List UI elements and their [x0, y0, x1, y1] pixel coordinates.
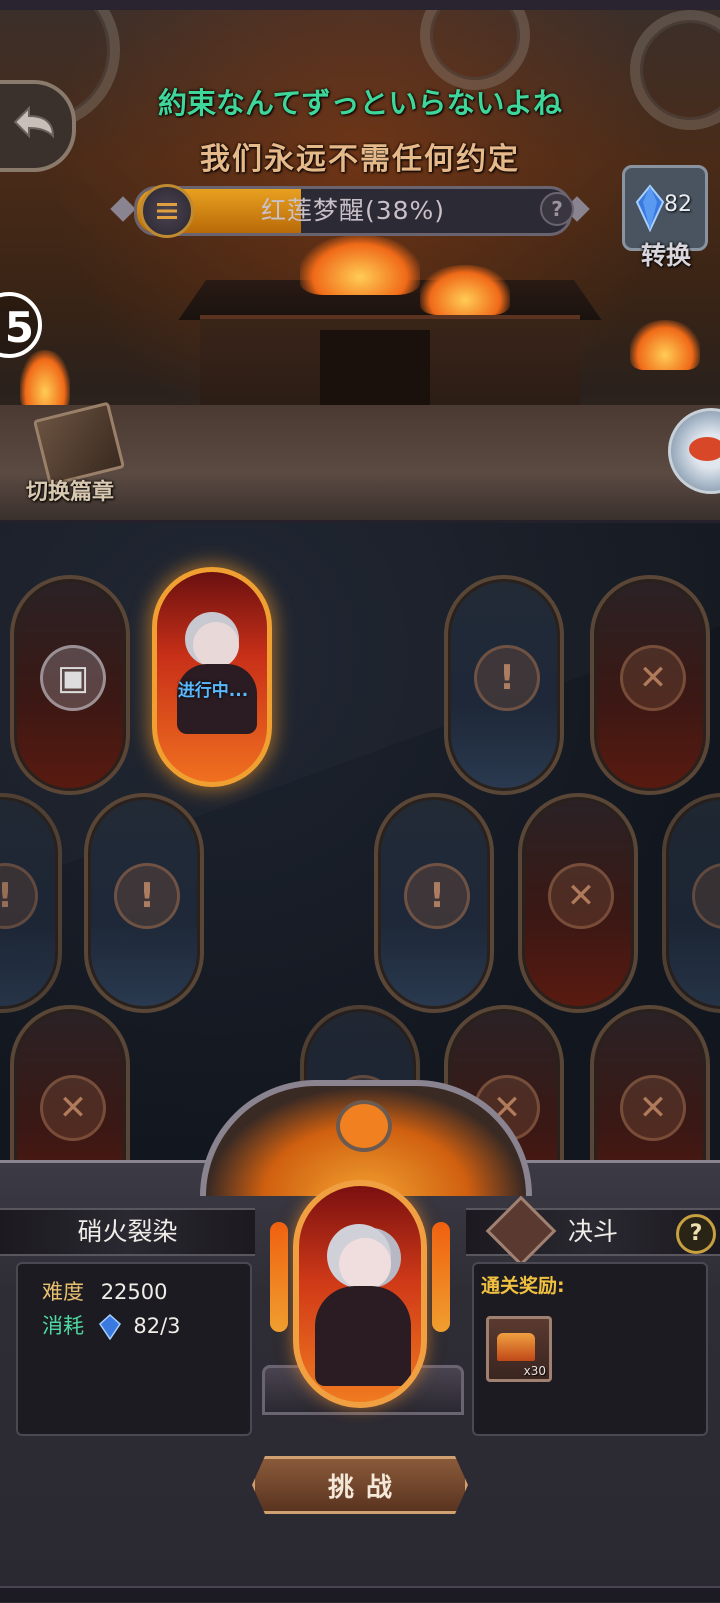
flame-pillar: [432, 1222, 450, 1332]
stage-card-event[interactable]: !: [662, 793, 720, 1013]
reward-title: 通关奖励:: [481, 1275, 565, 1297]
cost-value: 82/3: [133, 1314, 181, 1338]
stage-card-event[interactable]: !: [444, 575, 564, 795]
challenge-button[interactable]: 挑战: [252, 1456, 468, 1514]
chapter-progress: 红莲梦醒(38%) ?: [110, 180, 590, 238]
stage-card-event[interactable]: !: [374, 793, 494, 1013]
stage-info-box: 难度 22500 消耗 82/3: [16, 1262, 252, 1436]
boss-portrait: [293, 1180, 427, 1408]
diamond-ornament: [110, 196, 136, 222]
cost-label: 消耗: [42, 1314, 84, 1338]
stage-card-event[interactable]: !: [0, 793, 62, 1013]
flame-pillar: [270, 1222, 288, 1332]
stage-card-duel[interactable]: ✕: [518, 793, 638, 1013]
back-arrow-icon: [13, 106, 55, 139]
difficulty-row: 难度 22500: [42, 1276, 168, 1306]
cost-row: 消耗 82/3: [42, 1310, 181, 1340]
fire-effect: [420, 265, 510, 315]
list-menu-icon: [157, 203, 177, 219]
scroll-event-icon: !: [474, 645, 540, 711]
character-portrait: [193, 622, 239, 668]
scroll-event-icon: !: [692, 863, 720, 929]
stage-name-bar: 硝火裂染: [0, 1208, 255, 1256]
blue-crystal-icon: [98, 1314, 121, 1340]
crossed-swords-icon: ✕: [620, 645, 686, 711]
duel-icon: ✕: [548, 863, 614, 929]
boss-head: [339, 1238, 391, 1290]
fire-effect: [300, 235, 420, 295]
difficulty-label: 难度: [42, 1280, 84, 1304]
scroll-event-icon: !: [0, 863, 38, 929]
stage-board: ▣ 进行中... ! ✕ ! ! ! ✕ ! ✕ ! ✕ ✕: [0, 523, 720, 1173]
lyric-chinese: 我们永远不需任何约定: [200, 142, 520, 177]
boss-body: [315, 1286, 411, 1386]
lyric-japanese: 約束なんてずっといらないよね: [158, 86, 562, 120]
stage-card-current[interactable]: 进行中...: [152, 567, 272, 787]
fire-effect: [630, 320, 700, 370]
crossed-swords-icon: ✕: [620, 1075, 686, 1141]
stage-card-battle[interactable]: ✕: [590, 575, 710, 795]
clock-gear-decoration: [420, 10, 530, 90]
blue-crystal-icon: [635, 184, 665, 232]
treasure-chest-icon: ▣: [40, 645, 106, 711]
progress-help-button[interactable]: ?: [540, 192, 574, 226]
scroll-event-icon: !: [404, 863, 470, 929]
reward-quantity: x30: [523, 1364, 546, 1378]
stage-card-chest[interactable]: ▣: [10, 575, 130, 795]
fire-effect: [20, 350, 70, 410]
progress-bar: 红莲梦醒(38%): [134, 186, 572, 236]
stage-card-event[interactable]: !: [84, 793, 204, 1013]
reward-item[interactable]: x30: [486, 1316, 552, 1382]
convert-label[interactable]: 转换: [626, 236, 706, 272]
switch-chapter-label[interactable]: 切换篇章: [10, 474, 130, 506]
in-progress-label: 进行中...: [177, 681, 249, 701]
crossed-swords-icon: ✕: [40, 1075, 106, 1141]
menu-button[interactable]: [140, 184, 194, 238]
progress-label: 红莲梦醒(38%): [260, 196, 446, 225]
trefoil-ornament: [336, 1100, 392, 1152]
stage-card-battle[interactable]: ✕: [590, 1005, 710, 1173]
crystal-count: 82: [664, 192, 692, 217]
scroll-event-icon: !: [114, 863, 180, 929]
stage-help-button[interactable]: ?: [676, 1214, 716, 1254]
temple-door: [320, 330, 430, 410]
treasure-chest-icon: [497, 1333, 535, 1361]
back-button[interactable]: [0, 80, 76, 172]
difficulty-value: 22500: [100, 1280, 168, 1304]
stage-card-battle[interactable]: ✕: [10, 1005, 130, 1173]
